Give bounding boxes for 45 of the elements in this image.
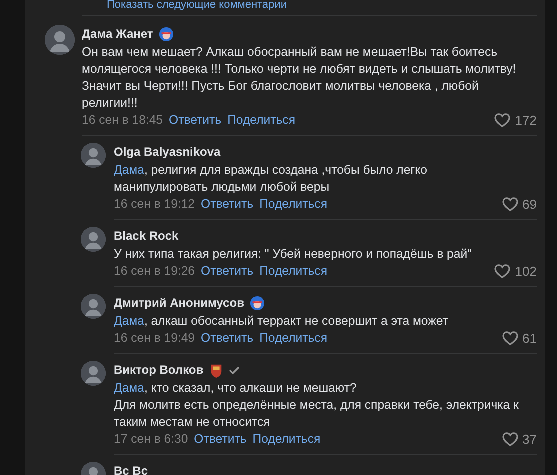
comment-text: Дама, религия для вражды создана ,чтобы было легко манипулировать людьми любой веры	[114, 162, 429, 196]
author-name[interactable]: Olga Balyasnikova	[114, 145, 221, 159]
heart-icon[interactable]	[502, 196, 519, 212]
comment-date: 17 сен в 6:30	[114, 432, 188, 446]
more-comments-link[interactable]: Показать следующие комментарии	[45, 0, 537, 11]
avatar[interactable]	[81, 294, 106, 319]
avatar[interactable]	[81, 361, 106, 386]
comment-date: 16 сен в 19:12	[114, 197, 196, 211]
author-name[interactable]: Black Rock	[114, 229, 179, 243]
comment-text: Дама, кто сказал, что алкаши не мешают? Для молитв есть определённые места, для справки тебе, электричка к таким местам не относится	[114, 380, 520, 431]
like-count: 37	[522, 432, 537, 446]
comment-date: 16 сен в 19:26	[114, 264, 196, 278]
heart-icon[interactable]	[502, 432, 519, 446]
share-link[interactable]: Поделиться	[228, 113, 296, 127]
like-count: 61	[522, 330, 537, 346]
reply-link[interactable]: Ответить	[201, 264, 254, 278]
author-name[interactable]: Дмитрий Анонимусов	[114, 296, 244, 310]
share-link[interactable]: Поделиться	[252, 432, 321, 446]
heart-icon[interactable]	[494, 264, 512, 278]
avatar[interactable]	[81, 143, 106, 168]
reply-link[interactable]: Ответить	[169, 113, 222, 127]
reply-link[interactable]: Ответить	[194, 432, 247, 446]
reply-link[interactable]: Ответить	[201, 331, 254, 345]
comment-text: У них типа такая религия: " Убей неверного и попадёшь в рай"	[114, 246, 473, 263]
heart-icon[interactable]	[502, 330, 519, 346]
avatar[interactable]	[81, 227, 106, 252]
mention-link[interactable]: Дама	[114, 163, 144, 177]
comment-text: Дама, алкаш обосанный терракт не совершит а эта может	[114, 313, 450, 330]
share-link[interactable]: Поделиться	[260, 264, 328, 278]
comment-date: 16 сен в 19:49	[114, 331, 196, 345]
share-link[interactable]: Поделиться	[260, 331, 328, 345]
like-count: 102	[515, 264, 537, 278]
share-link[interactable]: Поделиться	[260, 197, 328, 211]
reply-link[interactable]: Ответить	[201, 197, 254, 211]
comment-date: 16 сен в 18:45	[82, 113, 164, 127]
author-name[interactable]: Вс Вс	[114, 464, 148, 475]
heart-icon[interactable]	[494, 112, 512, 128]
mention-link[interactable]: Дама	[114, 381, 144, 395]
mention-link[interactable]: Дама	[114, 314, 144, 328]
like-count: 69	[522, 196, 537, 212]
author-name[interactable]: Виктор Волков	[114, 363, 204, 377]
author-name[interactable]: Дама Жанет	[82, 27, 154, 41]
comment-text: Он вам чем мешает? Алкаш обосранный вам не мешает!Вы так боитесь молящегося человека !!! Только черти не любят видеть и слышать молитву! Значит вы Черти!!! Пусть Бог благословит молитвы человека , любой религии!!!	[82, 44, 518, 112]
avatar[interactable]	[45, 25, 75, 55]
like-count: 172	[515, 112, 537, 128]
